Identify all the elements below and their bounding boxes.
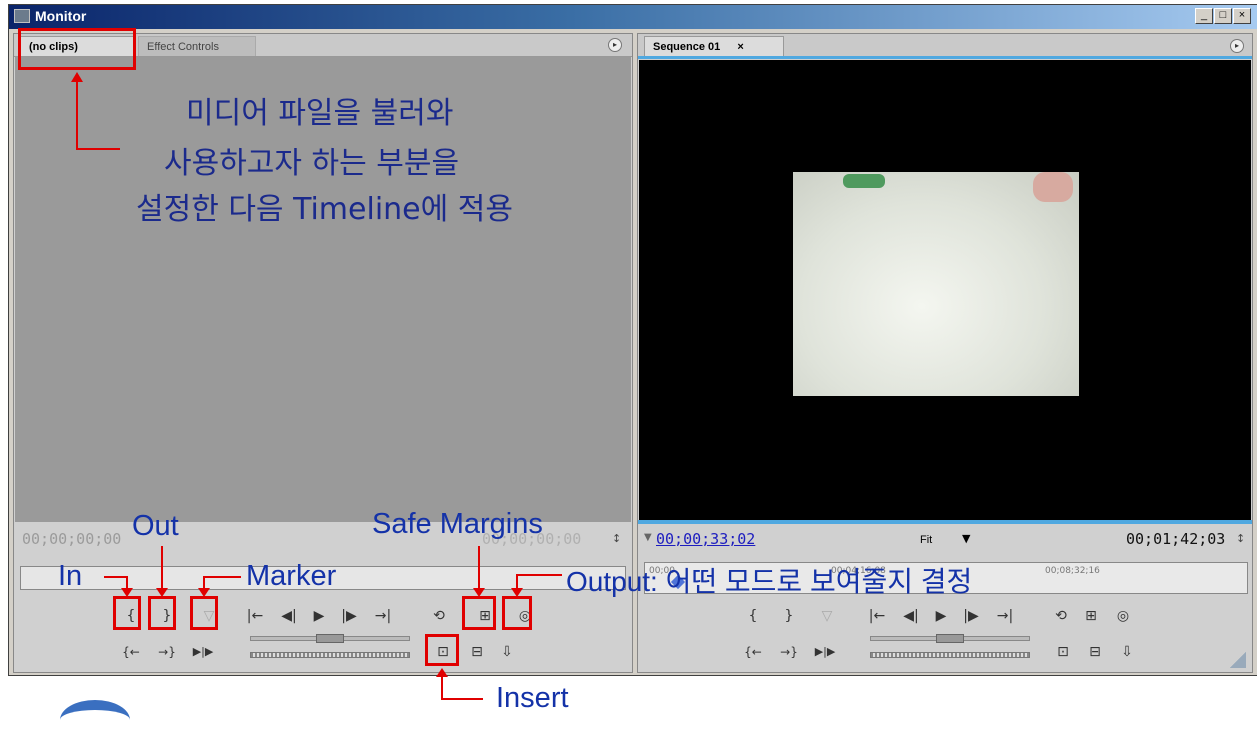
- annotation-line: [161, 546, 163, 590]
- safe-margins-button[interactable]: ⊞: [1078, 604, 1104, 628]
- label-in: In: [58, 560, 83, 592]
- jog-dial[interactable]: [250, 652, 410, 658]
- step-forward-button[interactable]: |▶: [958, 604, 984, 628]
- logo-icon: [60, 700, 130, 740]
- label-out: Out: [132, 510, 179, 542]
- korean-annotation-1: 미디어 파일을 불러와: [186, 96, 454, 131]
- shuttle-slider[interactable]: [316, 634, 344, 643]
- program-tab-row: Sequence 01 × ▸: [638, 34, 1252, 59]
- highlight-safe-margins: [462, 596, 496, 630]
- export-frame-button[interactable]: ⇩: [494, 640, 520, 664]
- annotation-arrow-icon: [511, 588, 523, 597]
- source-timecode-expand-icon[interactable]: ↕: [612, 532, 621, 545]
- highlight-out: [148, 596, 176, 630]
- video-frame-detail: [1033, 172, 1073, 202]
- goto-previous-edit-button[interactable]: |←: [864, 604, 890, 628]
- set-marker-button[interactable]: ▽: [814, 604, 840, 628]
- goto-out-button[interactable]: →}: [154, 640, 180, 664]
- panel-menu-icon[interactable]: ▸: [1230, 39, 1244, 53]
- loop-button[interactable]: ⟲: [426, 604, 452, 628]
- ruler-tick-label: 00;08;32;16: [1045, 566, 1100, 576]
- program-active-border: [638, 520, 1252, 524]
- highlight-output: [502, 596, 532, 630]
- timecode-triangle-icon: ▼: [644, 532, 652, 543]
- resize-grip-icon[interactable]: [1230, 652, 1246, 668]
- monitor-app-icon: [14, 9, 30, 23]
- label-insert: Insert: [496, 682, 569, 714]
- goto-out-button[interactable]: →}: [776, 640, 802, 664]
- close-tab-icon[interactable]: ×: [737, 41, 743, 53]
- step-forward-button[interactable]: |▶: [336, 604, 362, 628]
- highlight-in: [113, 596, 141, 630]
- program-video-area: [639, 60, 1251, 520]
- goto-in-icon[interactable]: |←: [242, 604, 268, 628]
- zoom-select[interactable]: Fit: [920, 534, 932, 546]
- jog-dial[interactable]: [870, 652, 1030, 658]
- close-button[interactable]: ×: [1233, 8, 1251, 24]
- play-in-to-out-button[interactable]: ▶|▶: [190, 640, 216, 664]
- source-timecode-current[interactable]: 00;00;00;00: [22, 530, 121, 548]
- title-bar[interactable]: Monitor _ □ ×: [9, 5, 1257, 29]
- tab-sequence-01[interactable]: Sequence 01 ×: [644, 36, 784, 56]
- set-in-point-button[interactable]: {: [740, 604, 766, 628]
- panel-menu-icon[interactable]: ▸: [608, 38, 622, 52]
- overlay-button[interactable]: ⊟: [464, 640, 490, 664]
- program-timecode-duration: 00;01;42;03: [1126, 530, 1226, 548]
- trim-button[interactable]: ⇩: [1114, 640, 1140, 664]
- loop-button[interactable]: ⟲: [1048, 604, 1074, 628]
- highlight-insert: [425, 634, 459, 666]
- goto-next-edit-button[interactable]: →|: [992, 604, 1018, 628]
- program-timecode-expand-icon[interactable]: ↕: [1236, 532, 1245, 545]
- highlight-no-clips: [18, 28, 136, 70]
- annotation-line: [441, 698, 483, 700]
- set-out-point-button[interactable]: }: [776, 604, 802, 628]
- minimize-button[interactable]: _: [1195, 8, 1213, 24]
- sequence-tab-label: Sequence 01: [653, 41, 721, 53]
- extract-button[interactable]: ⊟: [1082, 640, 1108, 664]
- lift-button[interactable]: ⊡: [1050, 640, 1076, 664]
- window-title: Monitor: [35, 8, 87, 24]
- step-back-button[interactable]: ◀|: [898, 604, 924, 628]
- play-in-to-out-button[interactable]: ▶|▶: [812, 640, 838, 664]
- annotation-line: [76, 148, 120, 150]
- annotation-arrow-icon: [71, 72, 83, 82]
- annotation-line: [203, 576, 241, 578]
- highlight-marker: [190, 596, 218, 630]
- program-timecode-current[interactable]: 00;00;33;02: [656, 530, 755, 548]
- annotation-line: [516, 574, 562, 576]
- annotation-arrow-icon: [473, 588, 485, 597]
- label-marker: Marker: [246, 560, 337, 592]
- play-button[interactable]: ▶: [928, 604, 954, 628]
- goto-in-button[interactable]: {←: [740, 640, 766, 664]
- video-frame-detail: [843, 174, 885, 188]
- step-back-button[interactable]: ◀|: [276, 604, 302, 628]
- annotation-line: [441, 676, 443, 700]
- annotation-arrow-icon: [198, 588, 210, 597]
- annotation-line: [478, 546, 480, 590]
- tab-effect-controls[interactable]: Effect Controls: [138, 36, 256, 56]
- shuttle-slider[interactable]: [936, 634, 964, 643]
- label-output: Output: 어떤 모드로 보여줄지 결정: [566, 566, 973, 597]
- annotation-line: [104, 576, 128, 578]
- video-frame: [793, 172, 1079, 396]
- maximize-button[interactable]: □: [1214, 8, 1232, 24]
- annotation-arrow-icon: [156, 588, 168, 597]
- goto-in-button[interactable]: {←: [118, 640, 144, 664]
- play-button[interactable]: ▶: [306, 604, 332, 628]
- goto-out-icon[interactable]: →|: [370, 604, 396, 628]
- annotation-line: [76, 82, 78, 150]
- korean-annotation-2: 사용하고자 하는 부분을: [164, 146, 460, 181]
- zoom-dropdown-icon[interactable]: ▼: [962, 532, 970, 545]
- korean-annotation-3: 설정한 다음 Timeline에 적용: [136, 192, 513, 227]
- output-button[interactable]: ◎: [1110, 604, 1136, 628]
- annotation-arrow-icon: [121, 588, 133, 597]
- label-safe-margins: Safe Margins: [372, 508, 543, 540]
